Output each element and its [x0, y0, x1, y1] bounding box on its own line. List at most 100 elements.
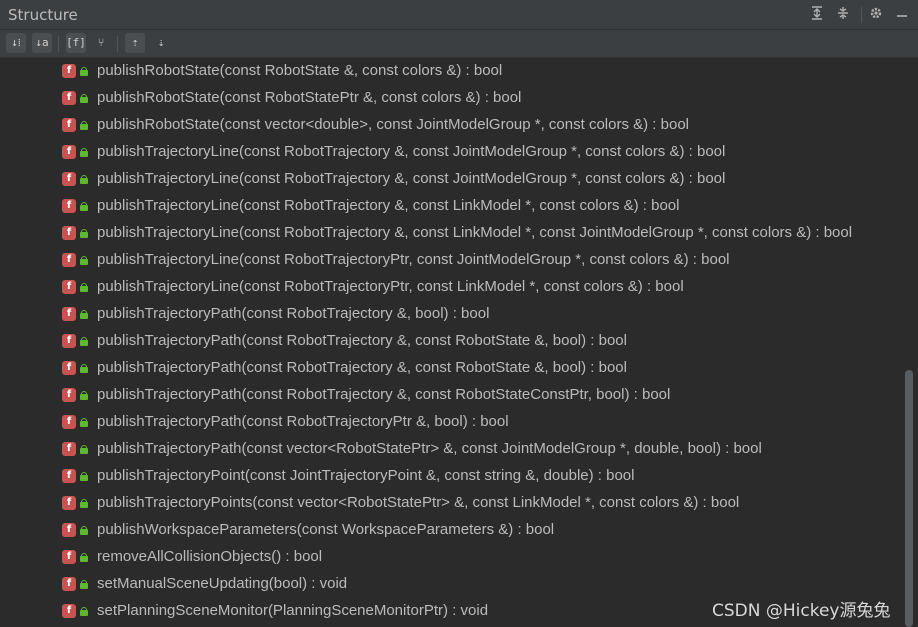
- public-visibility-icon: [80, 148, 88, 157]
- tree-item-method[interactable]: f publishWorkspaceParameters(const Worksp…: [0, 517, 900, 544]
- header-divider: [861, 7, 862, 23]
- method-signature: publishTrajectoryLine(const RobotTraject…: [97, 251, 730, 268]
- method-icon: f: [62, 523, 76, 537]
- tree-item-method[interactable]: f publishRobotState(const RobotState &, c…: [0, 58, 900, 85]
- method-signature: publishTrajectoryLine(const RobotTraject…: [97, 224, 853, 241]
- public-visibility-icon: [80, 364, 88, 373]
- panel-title: Structure: [8, 6, 78, 24]
- method-signature: setPlanningSceneMonitor(PlanningSceneMon…: [97, 602, 489, 619]
- tree-item-method[interactable]: f publishTrajectoryPath(const RobotTrajec…: [0, 409, 900, 436]
- method-icon: f: [62, 172, 76, 186]
- public-visibility-icon: [80, 310, 88, 319]
- public-visibility-icon: [80, 202, 88, 211]
- public-visibility-icon: [80, 391, 88, 400]
- method-signature: publishTrajectoryPath(const RobotTraject…: [97, 413, 509, 430]
- gear-icon[interactable]: [867, 6, 885, 24]
- method-signature: publishRobotState(const vector<double>, …: [97, 116, 689, 133]
- tree-item-method[interactable]: f setManualSceneUpdating(bool) : void: [0, 571, 900, 598]
- method-icon: f: [62, 415, 76, 429]
- tree-item-method[interactable]: f publishTrajectoryLine(const RobotTrajec…: [0, 166, 900, 193]
- toolbar-divider: [58, 36, 59, 52]
- public-visibility-icon: [80, 445, 88, 454]
- public-visibility-icon: [80, 256, 88, 265]
- method-icon: f: [62, 550, 76, 564]
- structure-tree[interactable]: f publishRobotState(const RobotState &, c…: [0, 58, 918, 627]
- structure-toolbar: ↓⁞ ↓a [f] ⑂ ⇡ ⇣: [0, 30, 918, 58]
- method-icon: f: [62, 145, 76, 159]
- method-icon: f: [62, 280, 76, 294]
- method-icon: f: [62, 118, 76, 132]
- tree-item-method[interactable]: f publishTrajectoryLine(const RobotTrajec…: [0, 247, 900, 274]
- tree-item-method[interactable]: f publishTrajectoryPath(const RobotTrajec…: [0, 328, 900, 355]
- method-signature: publishTrajectoryPath(const RobotTraject…: [97, 386, 671, 403]
- public-visibility-icon: [80, 418, 88, 427]
- expand-all-icon[interactable]: [808, 6, 826, 24]
- method-icon: f: [62, 577, 76, 591]
- tree-item-method[interactable]: f publishTrajectoryPath(const RobotTrajec…: [0, 355, 900, 382]
- method-icon: f: [62, 307, 76, 321]
- method-signature: publishTrajectoryPath(const RobotTraject…: [97, 332, 627, 349]
- public-visibility-icon: [80, 526, 88, 535]
- method-signature: setManualSceneUpdating(bool) : void: [97, 575, 348, 592]
- method-signature: publishTrajectoryLine(const RobotTraject…: [97, 278, 684, 295]
- tree-item-method[interactable]: f publishTrajectoryPath(const vector<Robo…: [0, 436, 900, 463]
- tree-item-method[interactable]: f publishTrajectoryLine(const RobotTrajec…: [0, 139, 900, 166]
- collapse-all-icon[interactable]: [834, 6, 852, 24]
- public-visibility-icon: [80, 337, 88, 346]
- tree-item-method[interactable]: f publishRobotState(const RobotStatePtr &…: [0, 85, 900, 112]
- method-icon: f: [62, 253, 76, 267]
- method-signature: publishTrajectoryPoint(const JointTrajec…: [97, 467, 635, 484]
- public-visibility-icon: [80, 499, 88, 508]
- tree-item-method[interactable]: f publishTrajectoryPath(const RobotTrajec…: [0, 301, 900, 328]
- public-visibility-icon: [80, 67, 88, 76]
- tree-item-method[interactable]: f removeAllCollisionObjects() : bool: [0, 544, 900, 571]
- method-icon: f: [62, 226, 76, 240]
- method-signature: publishTrajectoryPoints(const vector<Rob…: [97, 494, 740, 511]
- method-signature: publishWorkspaceParameters(const Workspa…: [97, 521, 555, 538]
- public-visibility-icon: [80, 175, 88, 184]
- tree-item-method[interactable]: f publishTrajectoryPoints(const vector<Ro…: [0, 490, 900, 517]
- method-icon: f: [62, 64, 76, 78]
- method-icon: f: [62, 604, 76, 618]
- method-signature: removeAllCollisionObjects() : bool: [97, 548, 323, 565]
- autoscroll-from-source-button[interactable]: ⇣: [151, 33, 171, 53]
- method-signature: publishTrajectoryLine(const RobotTraject…: [97, 170, 726, 187]
- tree-item-method[interactable]: f publishTrajectoryPath(const RobotTrajec…: [0, 382, 900, 409]
- public-visibility-icon: [80, 94, 88, 103]
- method-signature: publishTrajectoryLine(const RobotTraject…: [97, 143, 726, 160]
- method-icon: f: [62, 199, 76, 213]
- minimize-icon[interactable]: [893, 6, 911, 24]
- show-inherited-button[interactable]: ⑂: [91, 33, 111, 53]
- method-icon: f: [62, 442, 76, 456]
- method-signature: publishRobotState(const RobotState &, co…: [97, 62, 503, 79]
- method-icon: f: [62, 334, 76, 348]
- method-signature: publishTrajectoryPath(const RobotTraject…: [97, 305, 490, 322]
- public-visibility-icon: [80, 472, 88, 481]
- public-visibility-icon: [80, 580, 88, 589]
- method-signature: publishTrajectoryPath(const vector<Robot…: [97, 440, 762, 457]
- tree-item-method[interactable]: f publishTrajectoryLine(const RobotTrajec…: [0, 193, 900, 220]
- sort-alphabetically-button[interactable]: ↓a: [32, 33, 52, 53]
- method-signature: publishTrajectoryPath(const RobotTraject…: [97, 359, 627, 376]
- public-visibility-icon: [80, 283, 88, 292]
- show-fields-button[interactable]: [f]: [66, 33, 86, 53]
- tree-item-method[interactable]: f publishRobotState(const vector<double>,…: [0, 112, 900, 139]
- tree-item-method[interactable]: f publishTrajectoryLine(const RobotTrajec…: [0, 220, 900, 247]
- tree-item-method[interactable]: f publishTrajectoryLine(const RobotTrajec…: [0, 274, 900, 301]
- vertical-scrollbar[interactable]: [905, 370, 913, 627]
- method-signature: publishRobotState(const RobotStatePtr &,…: [97, 89, 522, 106]
- method-signature: publishTrajectoryLine(const RobotTraject…: [97, 197, 680, 214]
- method-icon: f: [62, 361, 76, 375]
- method-icon: f: [62, 388, 76, 402]
- structure-panel-header: Structure: [0, 0, 918, 30]
- public-visibility-icon: [80, 553, 88, 562]
- autoscroll-to-source-button[interactable]: ⇡: [125, 33, 145, 53]
- method-icon: f: [62, 91, 76, 105]
- sort-by-visibility-button[interactable]: ↓⁞: [6, 33, 26, 53]
- tree-item-method[interactable]: f publishTrajectoryPoint(const JointTraje…: [0, 463, 900, 490]
- method-icon: f: [62, 496, 76, 510]
- method-icon: f: [62, 469, 76, 483]
- toolbar-divider: [117, 36, 118, 52]
- public-visibility-icon: [80, 607, 88, 616]
- public-visibility-icon: [80, 121, 88, 130]
